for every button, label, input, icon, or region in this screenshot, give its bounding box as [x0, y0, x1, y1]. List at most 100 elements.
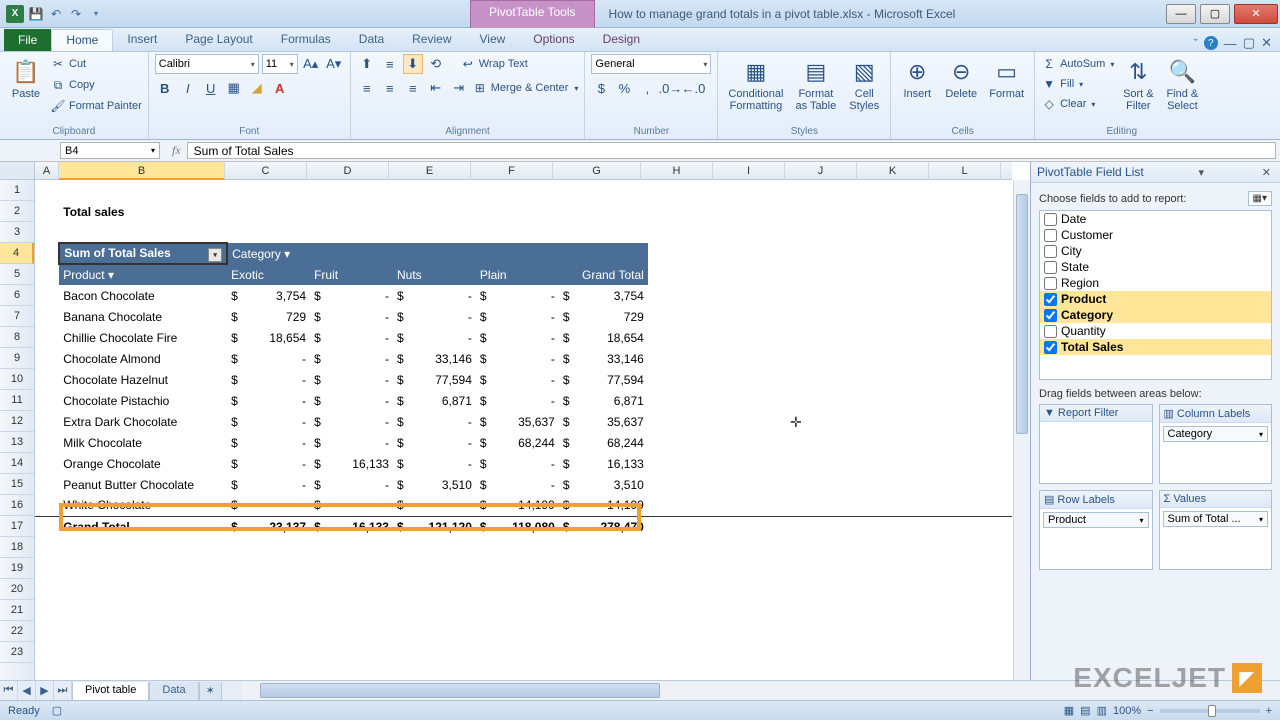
- format-painter-button[interactable]: 🖌Format Painter: [50, 96, 142, 116]
- tab-home[interactable]: Home: [51, 29, 113, 51]
- column-header-E[interactable]: E: [389, 162, 471, 180]
- field-item-customer[interactable]: Customer: [1040, 227, 1271, 243]
- format-as-table-button[interactable]: ▤Format as Table: [791, 54, 840, 114]
- italic-button[interactable]: I: [178, 78, 198, 98]
- copy-button[interactable]: ⧉Copy: [50, 75, 142, 95]
- fill-button[interactable]: ▼Fill▾: [1041, 74, 1114, 94]
- increase-decimal-icon[interactable]: .0→: [660, 78, 680, 98]
- font-color-button[interactable]: A: [270, 78, 290, 98]
- font-name-combo[interactable]: Calibri▾: [155, 54, 259, 74]
- field-checkbox[interactable]: [1044, 309, 1057, 322]
- field-list[interactable]: DateCustomerCityStateRegionProductCatego…: [1039, 210, 1272, 380]
- shrink-font-icon[interactable]: A▾: [324, 54, 344, 74]
- orientation-icon[interactable]: ⟲: [426, 54, 446, 74]
- row-header-2[interactable]: 2: [0, 201, 34, 222]
- column-header-C[interactable]: C: [225, 162, 307, 180]
- tab-options[interactable]: Options: [519, 29, 588, 51]
- tab-formulas[interactable]: Formulas: [267, 29, 345, 51]
- zoom-in-icon[interactable]: +: [1266, 705, 1272, 717]
- worksheet-grid[interactable]: ABCDEFGHIJKL 123456789101112131415161718…: [0, 162, 1030, 680]
- row-header-22[interactable]: 22: [0, 621, 34, 642]
- field-checkbox[interactable]: [1044, 245, 1057, 258]
- column-header-B[interactable]: B: [59, 162, 225, 180]
- row-header-7[interactable]: 7: [0, 306, 34, 327]
- column-header-I[interactable]: I: [713, 162, 785, 180]
- zone-item-product[interactable]: Product▾: [1043, 512, 1149, 528]
- sheet-nav-prev-icon[interactable]: ◀: [18, 681, 36, 700]
- row-header-13[interactable]: 13: [0, 432, 34, 453]
- row-labels-zone[interactable]: ▤Row LabelsProduct▾: [1039, 490, 1153, 570]
- hscroll-thumb[interactable]: [260, 683, 660, 698]
- column-header-K[interactable]: K: [857, 162, 929, 180]
- tab-insert[interactable]: Insert: [113, 29, 171, 51]
- view-layout-icon[interactable]: ▤: [1080, 704, 1090, 717]
- redo-icon[interactable]: ↷: [68, 6, 84, 22]
- field-checkbox[interactable]: [1044, 341, 1057, 354]
- row-header-14[interactable]: 14: [0, 453, 34, 474]
- field-checkbox[interactable]: [1044, 277, 1057, 290]
- conditional-formatting-button[interactable]: ▦Conditional Formatting: [724, 54, 787, 114]
- column-header-D[interactable]: D: [307, 162, 389, 180]
- row-header-3[interactable]: 3: [0, 222, 34, 243]
- field-item-product[interactable]: Product: [1040, 291, 1271, 307]
- align-middle-icon[interactable]: ≡: [380, 54, 400, 74]
- formula-input[interactable]: Sum of Total Sales: [187, 142, 1276, 159]
- indent-decrease-icon[interactable]: ⇤: [426, 78, 446, 98]
- minimize-ribbon-icon[interactable]: ˇ: [1193, 36, 1197, 51]
- field-item-category[interactable]: Category: [1040, 307, 1271, 323]
- delete-button[interactable]: ⊖Delete: [941, 54, 981, 102]
- paste-button[interactable]: 📋 Paste: [6, 54, 46, 102]
- number-format-combo[interactable]: General▾: [591, 54, 711, 74]
- new-sheet-button[interactable]: ✶: [199, 682, 222, 700]
- row-header-16[interactable]: 16: [0, 495, 34, 516]
- row-header-11[interactable]: 11: [0, 390, 34, 411]
- merge-center-button[interactable]: ⊞Merge & Center▾: [472, 78, 579, 98]
- sheet-tab-active[interactable]: Pivot table: [72, 682, 149, 700]
- column-header-H[interactable]: H: [641, 162, 713, 180]
- zoom-level[interactable]: 100%: [1113, 705, 1141, 717]
- underline-button[interactable]: U: [201, 78, 221, 98]
- row-header-23[interactable]: 23: [0, 642, 34, 663]
- field-item-city[interactable]: City: [1040, 243, 1271, 259]
- zone-item-category[interactable]: Category▾: [1163, 426, 1269, 442]
- comma-icon[interactable]: ,: [637, 78, 657, 98]
- row-header-12[interactable]: 12: [0, 411, 34, 432]
- column-header-L[interactable]: L: [929, 162, 1001, 180]
- tab-data[interactable]: Data: [345, 29, 398, 51]
- column-header-G[interactable]: G: [553, 162, 641, 180]
- column-header-A[interactable]: A: [35, 162, 59, 180]
- indent-increase-icon[interactable]: ⇥: [449, 78, 469, 98]
- close-button[interactable]: ✕: [1234, 4, 1278, 24]
- align-right-icon[interactable]: ≡: [403, 78, 423, 98]
- tab-page-layout[interactable]: Page Layout: [171, 29, 266, 51]
- grow-font-icon[interactable]: A▴: [301, 54, 321, 74]
- wrap-text-button[interactable]: ↩Wrap Text: [460, 54, 528, 74]
- tab-design[interactable]: Design: [589, 29, 654, 51]
- align-left-icon[interactable]: ≡: [357, 78, 377, 98]
- layout-options-button[interactable]: ▦▾: [1248, 191, 1272, 206]
- column-labels-zone[interactable]: ▥Column LabelsCategory▾: [1159, 404, 1273, 484]
- row-header-10[interactable]: 10: [0, 369, 34, 390]
- cut-button[interactable]: ✂Cut: [50, 54, 142, 74]
- row-header-6[interactable]: 6: [0, 285, 34, 306]
- field-checkbox[interactable]: [1044, 213, 1057, 226]
- help-icon[interactable]: ?: [1204, 36, 1218, 50]
- vertical-scrollbar[interactable]: [1013, 180, 1030, 680]
- field-item-state[interactable]: State: [1040, 259, 1271, 275]
- zoom-slider[interactable]: [1160, 709, 1260, 713]
- column-header-J[interactable]: J: [785, 162, 857, 180]
- scrollbar-thumb[interactable]: [1016, 194, 1028, 434]
- field-checkbox[interactable]: [1044, 261, 1057, 274]
- field-checkbox[interactable]: [1044, 293, 1057, 306]
- zone-item-sum[interactable]: Sum of Total ...▾: [1163, 511, 1269, 527]
- pivot-col-dropdown-icon[interactable]: ▾: [284, 247, 290, 261]
- undo-icon[interactable]: ↶: [48, 6, 64, 22]
- row-header-9[interactable]: 9: [0, 348, 34, 369]
- currency-icon[interactable]: $: [591, 78, 611, 98]
- row-header-4[interactable]: 4: [0, 243, 34, 264]
- sheet-nav-first-icon[interactable]: ⏮: [0, 681, 18, 700]
- report-filter-zone[interactable]: ▼Report Filter: [1039, 404, 1153, 484]
- autosum-button[interactable]: ΣAutoSum▾: [1041, 54, 1114, 74]
- view-normal-icon[interactable]: ▦: [1064, 704, 1074, 717]
- field-list-close-icon[interactable]: ✕: [1259, 166, 1274, 179]
